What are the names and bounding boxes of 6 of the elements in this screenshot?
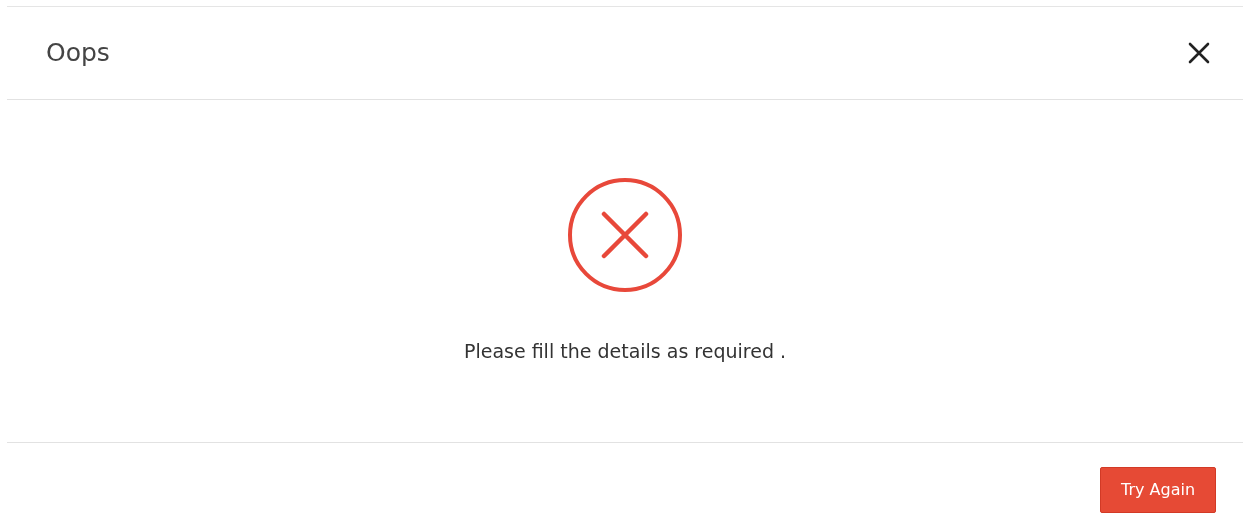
dialog-title: Oops: [46, 38, 110, 68]
close-button[interactable]: [1187, 41, 1211, 65]
try-again-button[interactable]: Try Again: [1100, 467, 1216, 513]
close-icon: [1187, 41, 1211, 65]
error-icon: [567, 177, 683, 293]
error-message: Please fill the details as required .: [463, 339, 787, 364]
